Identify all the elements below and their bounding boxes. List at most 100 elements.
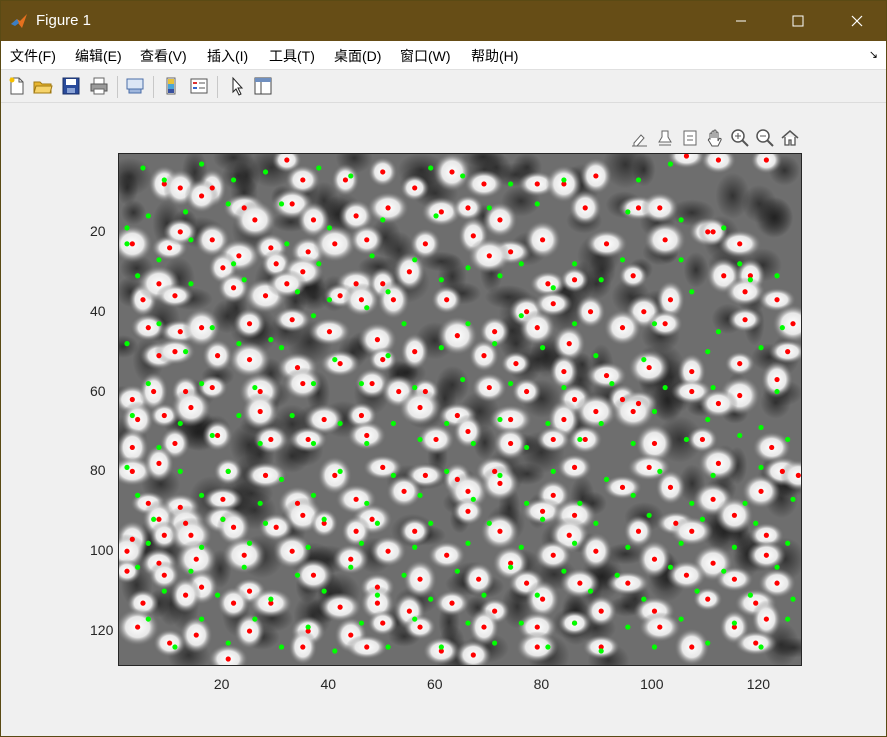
minimize-button[interactable] [718,1,764,41]
home-icon[interactable] [779,127,801,149]
red-point [209,237,215,243]
red-point [689,644,695,650]
green-point [332,648,338,654]
maximize-button[interactable] [775,1,821,41]
red-point [183,592,189,598]
red-point [779,468,785,474]
insert-colorbar-icon[interactable] [159,74,183,98]
red-point [710,560,716,566]
green-point [758,345,764,351]
green-point [390,472,396,478]
figure-window: Figure 1 文件(F) 编辑(E) 查看(V) 插入(I) 工具(T) 桌… [0,0,887,737]
green-point [284,241,290,247]
open-file-icon[interactable] [31,74,55,98]
zoom-in-icon[interactable] [729,127,751,149]
menu-help[interactable]: 帮助(H) [471,46,518,66]
green-point [614,572,620,578]
export-icon[interactable] [679,127,701,149]
green-point [678,217,684,223]
green-point [508,564,514,570]
brush-icon[interactable] [629,127,651,149]
property-inspector-icon[interactable] [251,74,275,98]
green-point [785,616,791,622]
red-point [241,552,247,558]
red-point [364,432,370,439]
green-point [348,173,354,179]
green-point [252,616,258,622]
title-bar[interactable]: Figure 1 [1,1,886,41]
save-icon[interactable] [59,74,83,98]
green-point [508,181,514,187]
red-point [571,464,578,470]
green-point [460,376,466,383]
menu-window[interactable]: 窗口(W) [400,46,451,66]
red-point [412,349,418,355]
green-point [124,225,130,231]
green-point [198,616,205,622]
red-point [603,372,610,379]
new-figure-icon[interactable] [5,74,29,98]
red-point [508,440,514,447]
menu-tools[interactable]: 工具(T) [269,46,315,66]
red-point [161,412,167,419]
red-point [422,241,428,247]
red-point [689,388,695,395]
menu-edit[interactable]: 编辑(E) [75,46,122,66]
green-point [321,516,327,522]
red-point [369,380,375,387]
red-point [689,368,695,375]
pan-icon[interactable] [704,127,726,149]
green-point [497,273,503,279]
green-point [225,201,231,207]
red-point [246,321,253,327]
red-point [262,293,269,299]
red-point [220,496,226,502]
close-button[interactable] [834,1,880,41]
green-point [587,588,594,594]
green-point [145,213,151,219]
x-tick-label: 20 [213,676,230,692]
y-tick-label: 80 [90,462,106,479]
data-tips-icon[interactable] [654,127,676,149]
red-point [124,568,130,574]
green-point [252,384,258,391]
red-point [449,169,455,175]
red-point [603,241,610,247]
green-point [571,261,578,267]
green-point [129,412,135,419]
red-point [753,640,759,646]
red-point [183,520,189,526]
red-point [348,556,354,562]
edit-plot-icon[interactable] [225,74,249,98]
red-point [683,572,690,578]
green-point [492,640,498,646]
red-point [209,185,215,191]
link-plot-icon[interactable] [123,74,147,98]
red-point [524,388,530,395]
green-point [438,644,444,650]
menu-insert[interactable]: 插入(I) [207,46,248,66]
red-point [380,356,386,363]
zoom-out-icon[interactable] [754,127,776,149]
dock-arrow-icon[interactable]: ↘ [869,48,878,61]
menu-file[interactable]: 文件(F) [10,46,56,66]
dark-texture [121,200,147,225]
menu-view[interactable]: 查看(V) [140,46,187,66]
red-point [705,229,711,235]
menu-desktop[interactable]: 桌面(D) [334,46,381,66]
red-point [172,440,178,447]
red-point [246,588,253,594]
red-point [465,428,471,435]
green-point [545,420,551,427]
insert-legend-icon[interactable] [187,74,211,98]
green-point [524,444,530,451]
red-point [635,528,642,534]
green-point [667,161,674,167]
red-point [497,528,503,534]
green-point [321,588,327,594]
green-point [603,476,610,482]
red-point [481,353,487,359]
print-icon[interactable] [87,74,111,98]
green-point [230,261,237,267]
image-axes[interactable] [118,153,802,666]
